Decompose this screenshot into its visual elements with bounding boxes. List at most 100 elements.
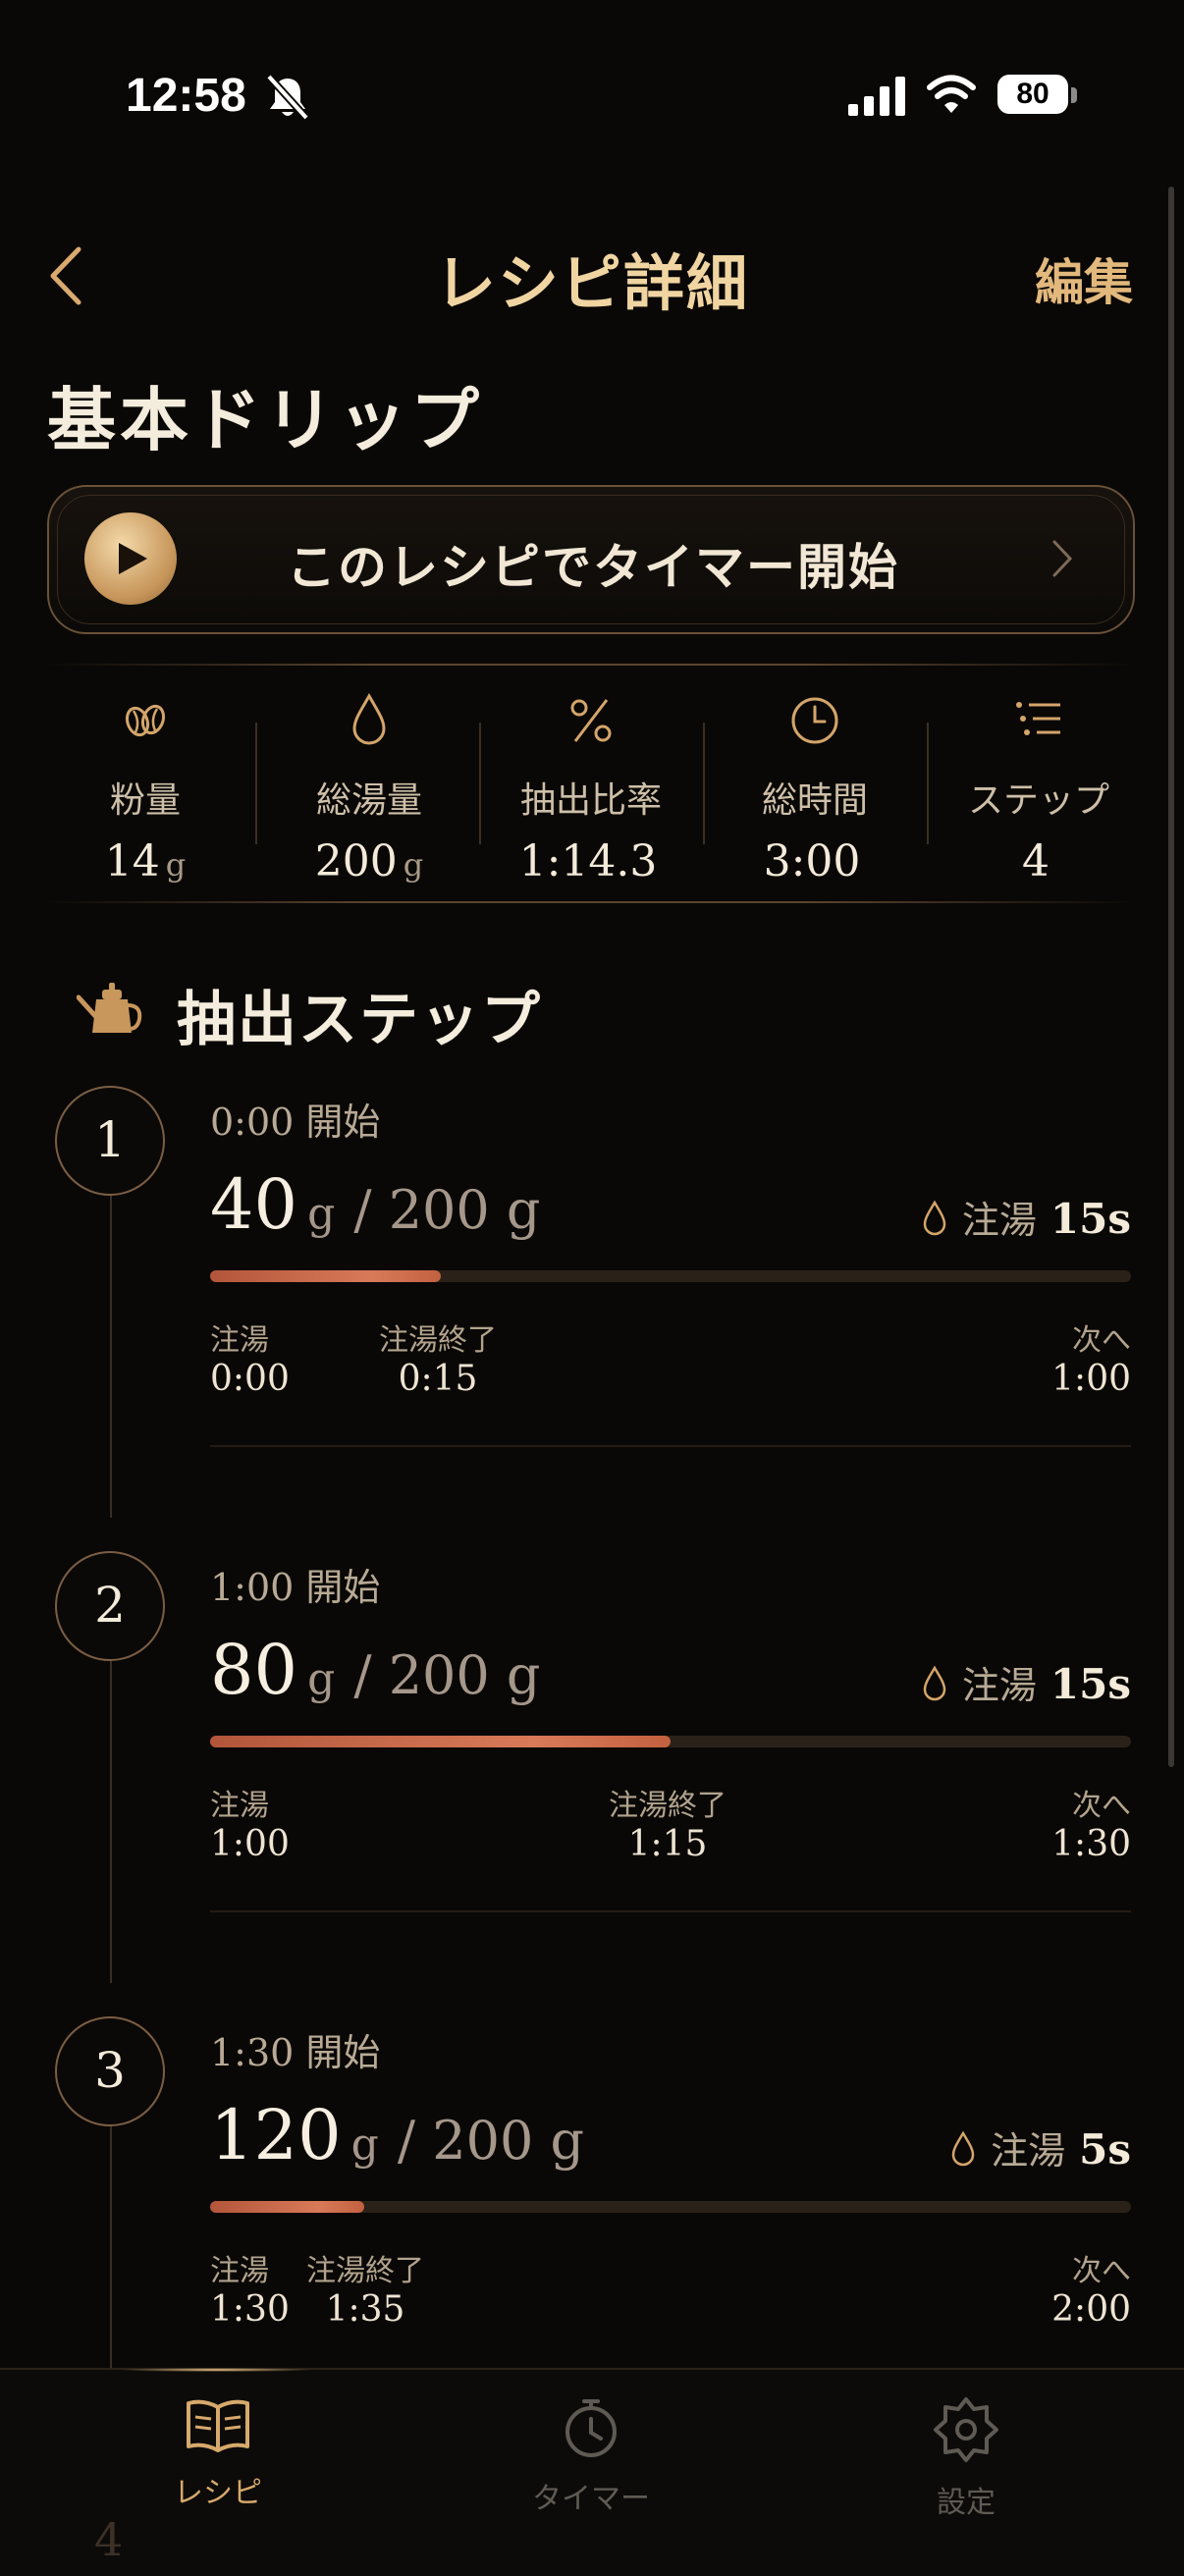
kettle-icon	[77, 983, 142, 1033]
pour-time: 5s	[1079, 2125, 1131, 2174]
stat-label: 総時間	[761, 780, 868, 821]
step-mark: 注湯終了 0:15	[379, 1315, 497, 1399]
step-amount: 80 g / 200 g	[210, 1630, 541, 1710]
stat-value: 1:14.3	[518, 836, 658, 886]
percent-icon	[570, 699, 612, 742]
bell-slash-icon	[266, 74, 309, 121]
mark-label: 注湯終了	[609, 1789, 727, 1823]
coffee-beans-icon	[125, 704, 166, 737]
stopwatch-icon	[565, 2399, 617, 2457]
mark-time: 1:30	[1051, 1824, 1131, 1864]
step-amount-value: 40	[210, 1164, 298, 1245]
page-title: レシピ詳細	[434, 247, 749, 319]
stat-grounds: 粉量 14 g	[33, 691, 257, 886]
tab-settings[interactable]: 設定	[848, 2395, 1084, 2521]
mark-label: 注湯	[210, 2254, 269, 2288]
pour-label: 注湯	[961, 1664, 1037, 1707]
step-start-time: 1:30 開始	[210, 2031, 381, 2074]
pour-label: 注湯	[991, 2129, 1066, 2173]
step-amount-value: 80	[210, 1630, 298, 1710]
step-mark: 注湯終了 1:35	[306, 2246, 424, 2330]
step-amount-total: / 200 g	[397, 2110, 585, 2172]
stat-value: 200	[314, 836, 398, 886]
stat-label: 総湯量	[315, 780, 422, 821]
step-start-time: 0:00 開始	[210, 1100, 381, 1144]
step-progress-track	[210, 2201, 1131, 2213]
tab-timer[interactable]: タイマー	[473, 2395, 709, 2517]
stat-ratio: 抽出比率 1:14.3	[479, 691, 703, 886]
step-pour-duration: 注湯 5s	[949, 2120, 1131, 2174]
status-time: 12:58	[126, 70, 246, 122]
step-amount-unit: g	[350, 2120, 379, 2170]
tab-label: レシピ	[174, 2477, 262, 2509]
stat-water: 総湯量 200 g	[257, 691, 481, 886]
step-amount-unit: g	[307, 1654, 336, 1704]
tab-recipes[interactable]: レシピ	[100, 2395, 336, 2511]
mark-time: 1:00	[210, 1824, 290, 1864]
step-amount-total: / 200 g	[353, 1644, 541, 1706]
mark-label: 注湯終了	[379, 1323, 497, 1358]
stat-unit: g	[165, 846, 187, 884]
divider	[47, 664, 1135, 666]
mark-label: 注湯	[210, 1789, 269, 1823]
step-mark: 次へ 1:00	[1051, 1315, 1131, 1399]
step-number: 2	[55, 1551, 165, 1661]
step-pour-duration: 注湯 15s	[921, 1655, 1131, 1709]
divider	[47, 901, 1135, 903]
step-amount: 120 g / 200 g	[210, 2095, 584, 2175]
battery-level: 80	[1016, 78, 1049, 110]
clock-icon	[791, 697, 838, 744]
mark-label: 次へ	[1072, 1789, 1131, 1823]
mark-time: 0:15	[398, 1359, 478, 1399]
step-progress-track	[210, 1270, 1131, 1282]
stat-value: 3:00	[763, 836, 861, 886]
mark-label: 次へ	[1072, 1323, 1131, 1358]
book-icon	[187, 2399, 249, 2452]
water-drop-icon	[923, 1200, 946, 1236]
stat-value: 4	[1022, 836, 1049, 886]
recipe-name: 基本ドリップ	[47, 379, 483, 460]
step-amount-value: 120	[210, 2095, 342, 2175]
wifi-icon	[927, 75, 976, 113]
step-progress-track	[210, 1736, 1131, 1747]
step-number: 4	[94, 2513, 124, 2566]
step-amount: 40 g / 200 g	[210, 1164, 541, 1245]
step-mark: 注湯 1:00	[210, 1781, 290, 1864]
scrollbar[interactable]	[1168, 187, 1174, 1767]
chevron-right-icon	[1052, 540, 1073, 577]
mark-time: 1:00	[1051, 1359, 1131, 1399]
tab-label: 設定	[937, 2487, 996, 2519]
pour-time: 15s	[1049, 1195, 1131, 1243]
water-drop-icon	[951, 2130, 975, 2167]
steps-list-icon	[1016, 702, 1060, 735]
mark-time: 2:00	[1051, 2289, 1131, 2330]
step-mark: 次へ 2:00	[1051, 2246, 1131, 2330]
step-mark: 注湯 0:00	[210, 1315, 290, 1399]
edit-button[interactable]: 編集	[1035, 243, 1133, 314]
step-number: 1	[55, 1086, 165, 1196]
step-mark: 注湯 1:30	[210, 2246, 290, 2330]
start-timer-label: このレシピでタイマー開始	[287, 538, 899, 596]
step-progress-fill	[210, 1736, 671, 1747]
mark-label: 注湯終了	[306, 2254, 424, 2288]
mark-time: 1:15	[627, 1824, 708, 1864]
step-pour-duration: 注湯 15s	[921, 1190, 1131, 1244]
mark-time: 0:00	[210, 1359, 290, 1399]
mark-label: 次へ	[1072, 2254, 1131, 2288]
pour-time: 15s	[1049, 1660, 1131, 1708]
step-progress-fill	[210, 1270, 441, 1282]
gear-icon	[934, 2397, 998, 2462]
mark-time: 1:30	[210, 2289, 290, 2330]
stat-label: 粉量	[109, 780, 181, 821]
mark-time: 1:35	[325, 2289, 405, 2330]
section-title: 抽出ステップ	[177, 986, 542, 1054]
mark-label: 注湯	[210, 1323, 269, 1358]
start-timer-button[interactable]: このレシピでタイマー開始	[47, 485, 1135, 634]
step-start-time: 1:00 開始	[210, 1566, 381, 1609]
step-amount-total: / 200 g	[353, 1179, 541, 1241]
stat-label: 抽出比率	[519, 780, 662, 821]
battery-indicator: 80	[997, 73, 1078, 118]
stat-total-time: 総時間 3:00	[703, 691, 927, 886]
step-mark: 次へ 1:30	[1051, 1781, 1131, 1864]
tab-label: タイマー	[532, 2483, 650, 2515]
